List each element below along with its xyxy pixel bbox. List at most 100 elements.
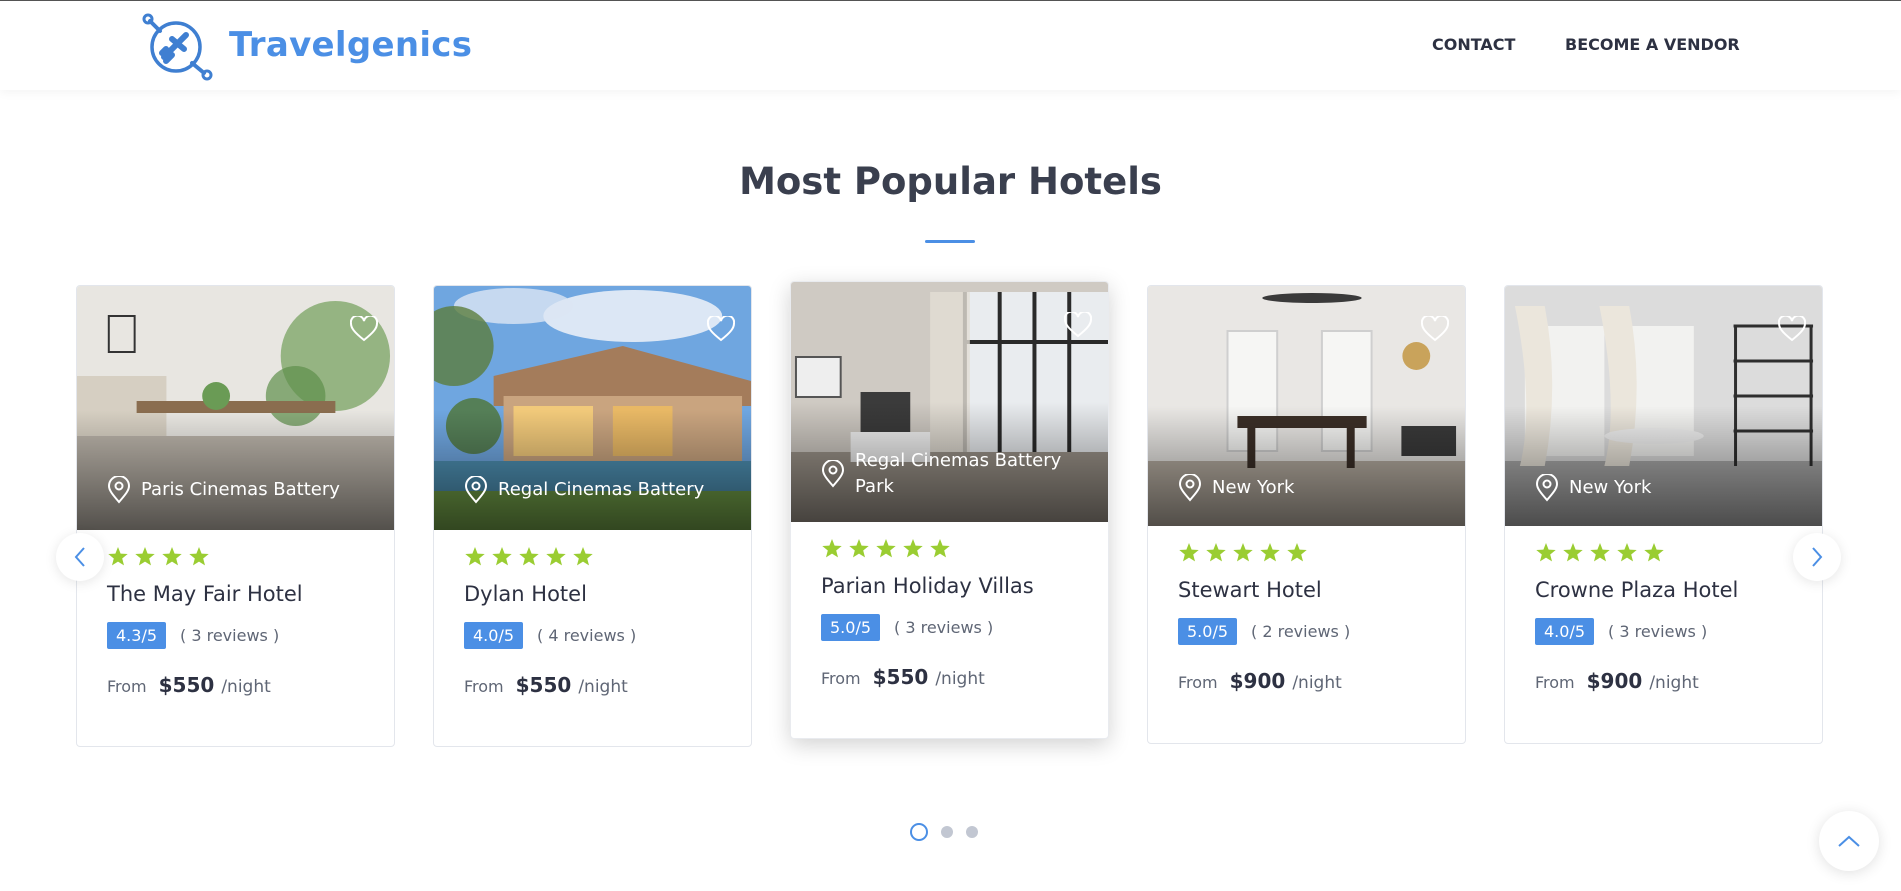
plane-globe-logo-icon[interactable] <box>142 11 214 81</box>
star-rating <box>107 546 364 568</box>
star-icon <box>135 547 155 566</box>
chevron-up-icon <box>1838 835 1860 847</box>
hotel-image[interactable]: Regal Cinemas Battery <box>434 286 751 530</box>
chevron-left-icon <box>74 547 85 567</box>
price-unit: /night <box>1649 673 1699 693</box>
hotel-card[interactable]: Regal Cinemas Battery Dylan Hotel 4.0/5 … <box>433 285 752 747</box>
star-rating <box>821 538 1078 560</box>
hotel-name[interactable]: Crowne Plaza Hotel <box>1535 578 1792 602</box>
heart-icon[interactable] <box>1421 316 1449 342</box>
hotel-name[interactable]: Parian Holiday Villas <box>821 574 1078 598</box>
heart-icon[interactable] <box>1778 316 1806 342</box>
star-icon <box>1590 543 1610 562</box>
title-underline <box>925 240 975 243</box>
carousel-dot[interactable] <box>966 826 978 838</box>
star-icon <box>108 547 128 566</box>
heart-icon[interactable] <box>707 316 735 342</box>
price-prefix: From <box>464 677 504 696</box>
star-icon <box>1536 543 1556 562</box>
carousel-dot[interactable] <box>941 826 953 838</box>
price-unit: /night <box>578 677 628 697</box>
carousel-next-button[interactable] <box>1793 533 1841 581</box>
star-icon <box>876 539 896 558</box>
star-icon <box>1179 543 1199 562</box>
star-icon <box>1287 543 1307 562</box>
review-count: ( 2 reviews ) <box>1251 622 1351 641</box>
hotel-image[interactable]: Regal Cinemas Battery Park <box>791 282 1108 522</box>
price-amount: $550 <box>158 673 215 697</box>
star-icon <box>189 547 209 566</box>
carousel-pagination <box>910 823 978 841</box>
section-title: Most Popular Hotels <box>739 160 1162 203</box>
hotel-name[interactable]: Stewart Hotel <box>1178 578 1435 602</box>
star-icon <box>849 539 869 558</box>
location-label: New York <box>1569 477 1652 498</box>
map-pin-icon <box>1535 474 1559 502</box>
hotel-location: Regal Cinemas Battery <box>464 476 704 504</box>
map-pin-icon <box>464 476 488 504</box>
star-icon <box>1617 543 1637 562</box>
hotel-name[interactable]: The May Fair Hotel <box>107 582 364 606</box>
hotel-image[interactable]: New York <box>1505 286 1822 526</box>
star-icon <box>903 539 923 558</box>
hotel-name[interactable]: Dylan Hotel <box>464 582 721 606</box>
star-icon <box>1563 543 1583 562</box>
hotel-card[interactable]: New York Stewart Hotel 5.0/5 ( 2 reviews… <box>1147 285 1466 744</box>
price-prefix: From <box>821 669 861 688</box>
rating-badge: 5.0/5 <box>821 614 881 641</box>
star-icon <box>573 547 593 566</box>
star-icon <box>465 547 485 566</box>
location-label: Regal Cinemas Battery Park <box>855 450 1062 497</box>
price-amount: $900 <box>1229 669 1286 693</box>
location-label: Paris Cinemas Battery <box>141 479 340 500</box>
price-unit: /night <box>221 677 271 697</box>
nav-contact[interactable]: CONTACT <box>1432 35 1515 54</box>
price-prefix: From <box>107 677 147 696</box>
map-pin-icon <box>821 460 845 488</box>
price: From $550 /night <box>821 665 1078 689</box>
price-amount: $900 <box>1586 669 1643 693</box>
star-icon <box>546 547 566 566</box>
star-icon <box>1206 543 1226 562</box>
hotel-card[interactable]: New York Crowne Plaza Hotel 4.0/5 ( 3 re… <box>1504 285 1823 744</box>
price-amount: $550 <box>872 665 929 689</box>
chevron-right-icon <box>1812 547 1823 567</box>
map-pin-icon <box>107 476 131 504</box>
star-icon <box>519 547 539 566</box>
review-count: ( 3 reviews ) <box>1608 622 1708 641</box>
star-icon <box>162 547 182 566</box>
price: From $900 /night <box>1535 669 1792 693</box>
review-count: ( 4 reviews ) <box>537 626 637 645</box>
star-rating <box>1178 542 1435 564</box>
review-count: ( 3 reviews ) <box>180 626 280 645</box>
star-icon <box>1260 543 1280 562</box>
brand-name[interactable]: Travelgenics <box>229 25 472 65</box>
map-pin-icon <box>1178 474 1202 502</box>
star-rating <box>1535 542 1792 564</box>
star-icon <box>1644 543 1664 562</box>
price: From $550 /night <box>464 673 721 697</box>
heart-icon[interactable] <box>1064 312 1092 338</box>
location-label: New York <box>1212 477 1295 498</box>
scroll-to-top-button[interactable] <box>1819 811 1879 871</box>
price: From $550 /night <box>107 673 364 697</box>
rating-badge: 4.0/5 <box>1535 618 1595 645</box>
hotel-card[interactable]: Paris Cinemas Battery The May Fair Hotel… <box>76 285 395 747</box>
star-icon <box>822 539 842 558</box>
star-icon <box>930 539 950 558</box>
site-header: Travelgenics CONTACT BECOME A VENDOR <box>0 1 1901 90</box>
carousel-dot[interactable] <box>910 823 928 841</box>
nav-become-vendor[interactable]: BECOME A VENDOR <box>1565 35 1740 54</box>
hotel-location: New York <box>1535 474 1651 502</box>
carousel-prev-button[interactable] <box>56 533 104 581</box>
rating-badge: 5.0/5 <box>1178 618 1238 645</box>
heart-icon[interactable] <box>350 316 378 342</box>
star-rating <box>464 546 721 568</box>
rating-badge: 4.3/5 <box>107 622 167 649</box>
review-count: ( 3 reviews ) <box>894 618 994 637</box>
hotel-image[interactable]: Paris Cinemas Battery <box>77 286 394 530</box>
price-prefix: From <box>1178 673 1218 692</box>
hotel-image[interactable]: New York <box>1148 286 1465 526</box>
price-unit: /night <box>935 669 985 689</box>
hotel-card[interactable]: Regal Cinemas Battery Park Parian Holida… <box>790 281 1109 739</box>
